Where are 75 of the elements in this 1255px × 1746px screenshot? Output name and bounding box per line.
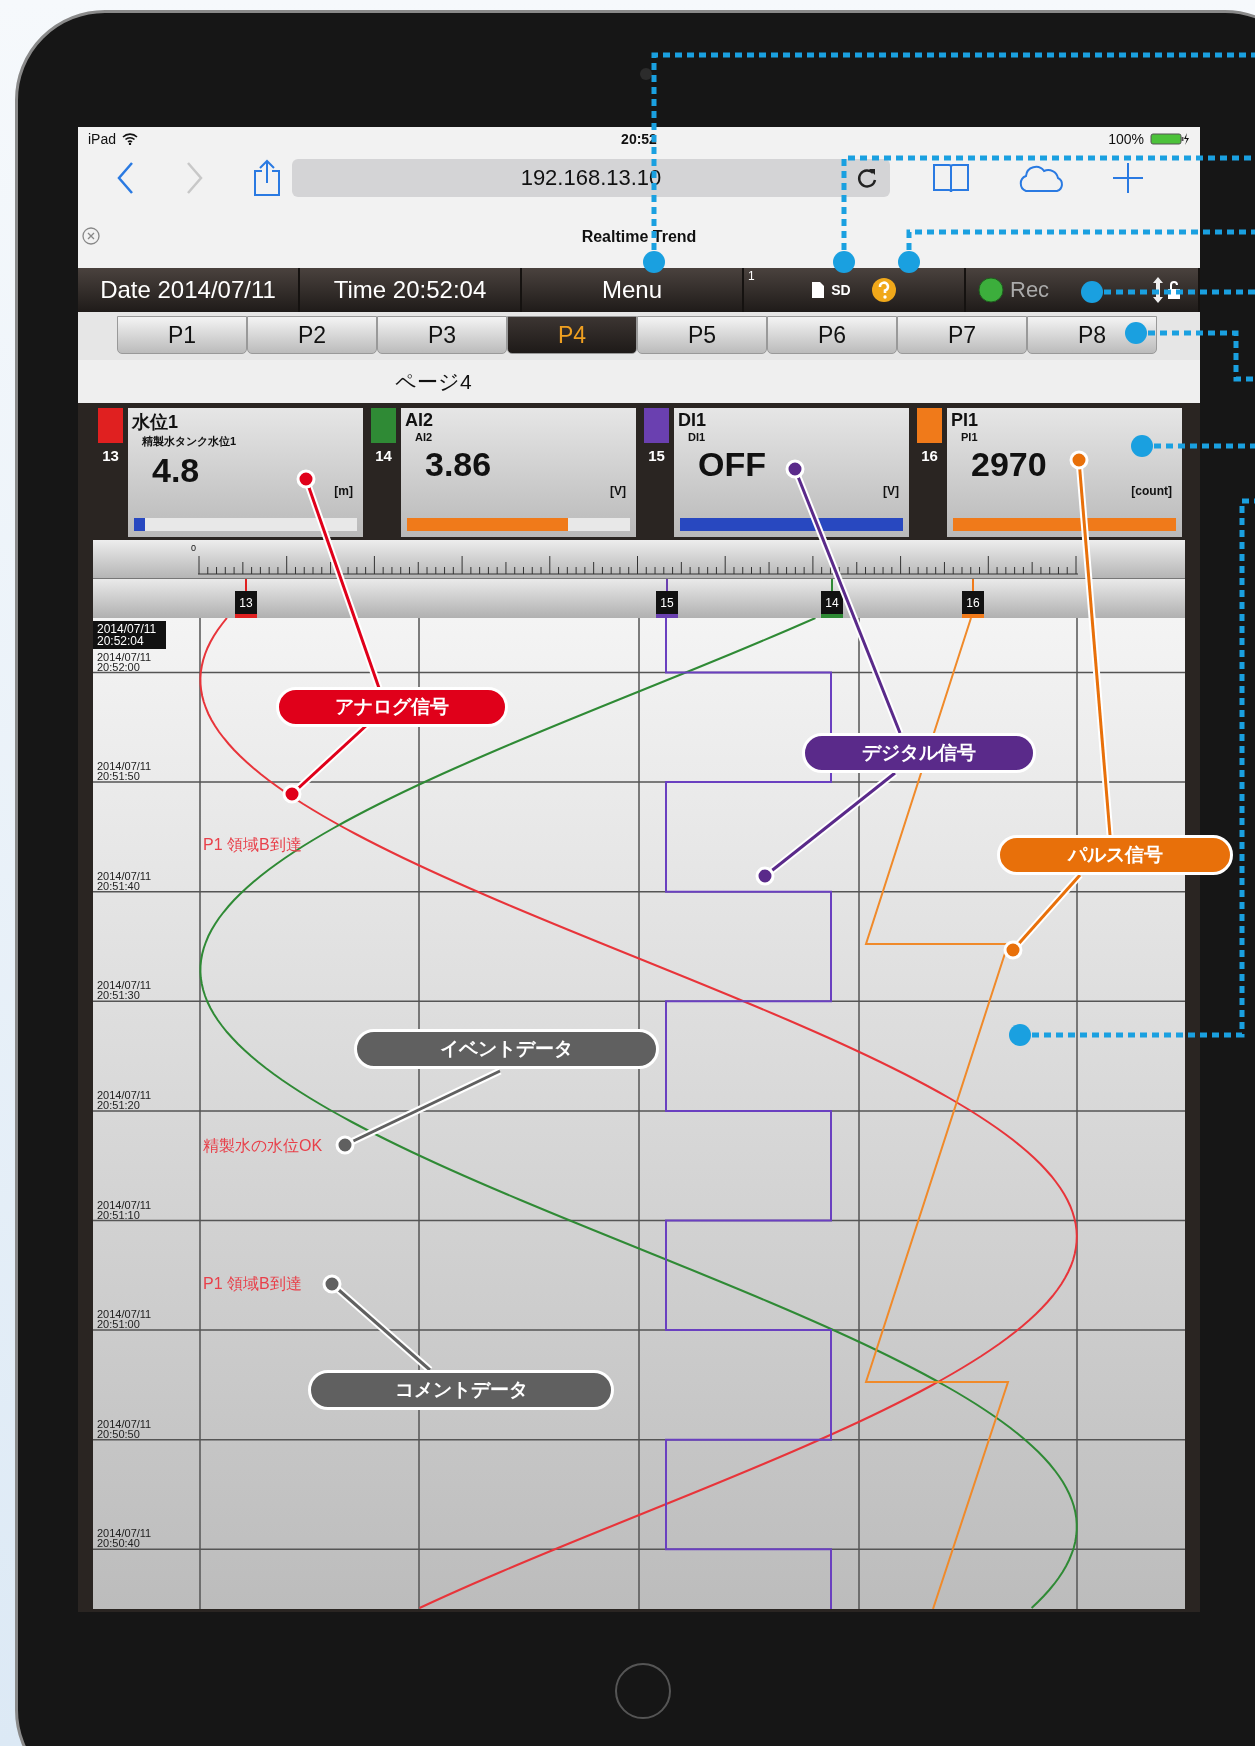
rec-label[interactable]: Rec	[1010, 277, 1050, 303]
sd-card-icon	[811, 281, 826, 299]
channel-name: AI2	[405, 410, 434, 431]
time-label: 2014/07/11 20:50:40	[97, 1528, 152, 1549]
channel-name: DI1	[678, 410, 707, 431]
callout-label: イベントデータ	[354, 1029, 659, 1069]
page-heading: ページ4	[395, 368, 472, 395]
channel-subname: 精製水タンク水位1	[142, 434, 238, 449]
record-indicator-icon	[978, 277, 1004, 303]
current-time-label: 2014/07/11 20:52:04	[93, 621, 167, 649]
page-tab[interactable]: P8	[1027, 316, 1157, 354]
page-tab[interactable]: P4	[507, 316, 637, 354]
page-tab[interactable]: P3	[377, 316, 507, 354]
camera-icon	[640, 68, 652, 80]
address-field[interactable]: 192.168.13.10	[292, 158, 890, 197]
time-display: Time 20:52:04	[333, 276, 487, 304]
time-label: 2014/07/11 20:52:00	[97, 651, 152, 672]
channel-number: 15	[648, 447, 665, 464]
callout-label: コメントデータ	[308, 1370, 614, 1410]
time-label: 2014/07/11 20:51:40	[97, 870, 152, 891]
channel-marker: 13	[235, 591, 257, 618]
date-display: Date 2014/07/11	[100, 276, 276, 304]
home-button[interactable]	[615, 1663, 671, 1719]
device-name: iPad	[88, 130, 117, 147]
counter-text: 1	[748, 269, 755, 283]
channel-marker: 14	[821, 591, 843, 618]
battery-percent: 100%	[1108, 130, 1144, 147]
channel-unit: [V]	[883, 484, 899, 498]
channel-marker: 16	[962, 591, 984, 618]
callout-label: デジタル信号	[802, 733, 1036, 773]
page-tab[interactable]: P7	[897, 316, 1027, 354]
channel-unit: [V]	[610, 484, 626, 498]
event-note: P1 領域B到達	[203, 1274, 302, 1294]
event-note: 精製水の水位OK	[203, 1136, 323, 1156]
channel-marker: 15	[656, 591, 678, 618]
share-icon[interactable]	[252, 158, 282, 197]
page-title: Realtime Trend	[581, 227, 697, 246]
page-tab[interactable]: P6	[767, 316, 897, 354]
time-label: 2014/07/11 20:51:30	[97, 980, 152, 1001]
book-icon[interactable]	[932, 161, 970, 194]
channel-value: 4.8	[152, 451, 201, 490]
reload-icon[interactable]	[856, 166, 878, 189]
channel-number: 13	[102, 447, 119, 464]
callout-label: パルス信号	[997, 835, 1233, 875]
page-tab[interactable]: P2	[247, 316, 377, 354]
time-label: 2014/07/11 20:51:10	[97, 1199, 152, 1220]
channel-number: 14	[375, 447, 392, 464]
event-note: P1 領域B到達	[203, 835, 302, 855]
channel-number: 16	[921, 447, 938, 464]
menu-button[interactable]: Menu	[601, 276, 662, 304]
channel-value: OFF	[698, 445, 767, 484]
scale-label: 0	[191, 543, 196, 553]
channel-name: PI1	[951, 410, 980, 431]
sd-label: SD	[831, 282, 851, 298]
battery-icon	[1150, 131, 1190, 146]
callout-label: アナログ信号	[276, 687, 508, 727]
wifi-icon	[122, 132, 139, 145]
channel-value: 2970	[971, 445, 1048, 484]
page-tab[interactable]: P1	[117, 316, 247, 354]
channel-subname: PI1	[961, 431, 979, 443]
time-label: 2014/07/11 20:51:20	[97, 1089, 152, 1110]
time-label: 2014/07/11 20:50:50	[97, 1418, 152, 1439]
channel-value: 3.86	[425, 445, 493, 484]
close-icon[interactable]	[82, 227, 100, 245]
help-icon[interactable]	[870, 277, 897, 303]
channel-subname: DI1	[688, 431, 707, 443]
channel-unit: [count]	[1131, 484, 1172, 498]
channel-name: 水位1	[132, 411, 179, 434]
back-button[interactable]	[116, 160, 136, 195]
page-tab[interactable]: P5	[637, 316, 767, 354]
channel-unit: [m]	[334, 484, 353, 498]
time-label: 2014/07/11 20:51:00	[97, 1309, 152, 1330]
time-label: 2014/07/11 20:51:50	[97, 761, 152, 782]
plus-icon[interactable]	[1112, 161, 1144, 194]
channel-subname: AI2	[415, 431, 434, 443]
